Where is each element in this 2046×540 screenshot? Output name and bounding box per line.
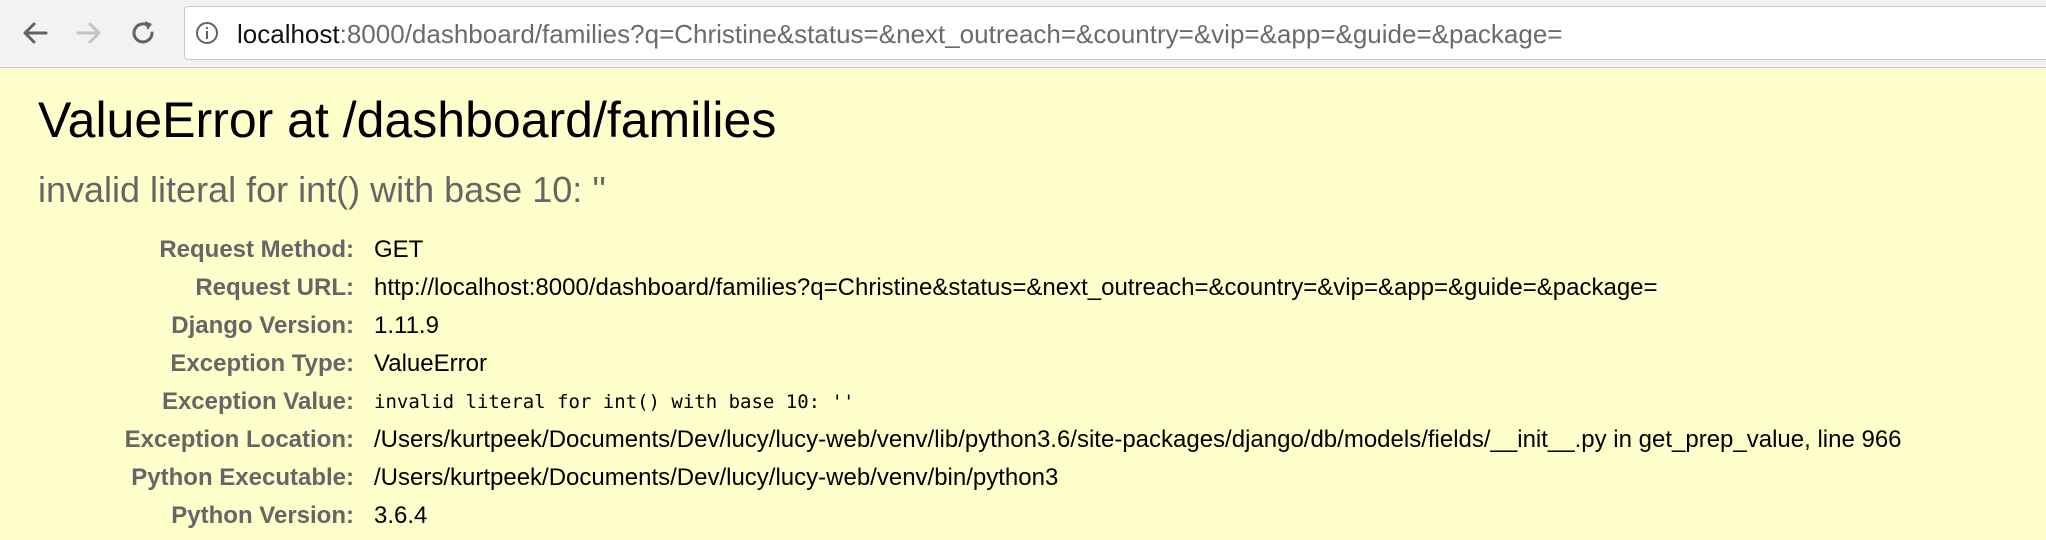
meta-row: Request Method: GET	[0, 231, 1902, 269]
meta-value: ValueError	[374, 350, 487, 377]
meta-value: GET	[374, 236, 424, 263]
meta-row: Django Version: 1.11.9	[0, 307, 1902, 345]
meta-row: Exception Type: ValueError	[0, 345, 1902, 383]
meta-value: 3.6.4	[374, 502, 428, 529]
meta-value: invalid literal for int() with base 10: …	[374, 391, 855, 413]
meta-row: Request URL: http://localhost:8000/dashb…	[0, 269, 1902, 307]
meta-value: /Users/kurtpeek/Documents/Dev/lucy/lucy-…	[374, 464, 1059, 491]
meta-value: /Users/kurtpeek/Documents/Dev/lucy/lucy-…	[374, 426, 1902, 453]
meta-row: Exception Location: /Users/kurtpeek/Docu…	[0, 421, 1902, 459]
meta-row: Python Executable: /Users/kurtpeek/Docum…	[0, 459, 1902, 497]
request-meta-table: Request Method: GET Request URL: http://…	[0, 231, 1902, 535]
meta-label: Request URL:	[195, 274, 354, 301]
meta-label: Exception Value:	[161, 388, 354, 415]
meta-value: 1.11.9	[374, 312, 439, 339]
forward-button[interactable]	[66, 10, 112, 56]
info-icon[interactable]	[195, 21, 219, 45]
browser-toolbar: localhost:8000/dashboard/families?q=Chri…	[0, 0, 2046, 68]
meta-label: Python Executable:	[131, 464, 354, 491]
meta-row: Python Version: 3.6.4	[0, 497, 1902, 535]
reload-button[interactable]	[120, 10, 166, 56]
forward-arrow-icon	[76, 22, 101, 44]
meta-label: Exception Location:	[124, 426, 354, 453]
url-host: localhost	[237, 19, 340, 49]
address-bar[interactable]: localhost:8000/dashboard/families?q=Chri…	[184, 6, 2046, 60]
back-button[interactable]	[12, 10, 58, 56]
url-text[interactable]: localhost:8000/dashboard/families?q=Chri…	[237, 19, 1562, 49]
exception-value-heading: invalid literal for int() with base 10: …	[38, 169, 606, 210]
page-title: ValueError at /dashboard/families	[38, 92, 777, 148]
url-path: :8000/dashboard/families?q=Christine&sta…	[339, 19, 1563, 49]
meta-row: Exception Value: invalid literal for int…	[0, 383, 1902, 421]
meta-label: Python Version:	[171, 502, 354, 529]
error-page: ValueError at /dashboard/families invali…	[0, 69, 2046, 540]
reload-icon	[132, 21, 154, 44]
meta-label: Django Version:	[171, 312, 354, 339]
meta-label: Exception Type:	[170, 350, 354, 377]
back-arrow-icon	[23, 22, 48, 44]
meta-value: http://localhost:8000/dashboard/families…	[374, 274, 1658, 301]
meta-label: Request Method:	[159, 236, 354, 263]
